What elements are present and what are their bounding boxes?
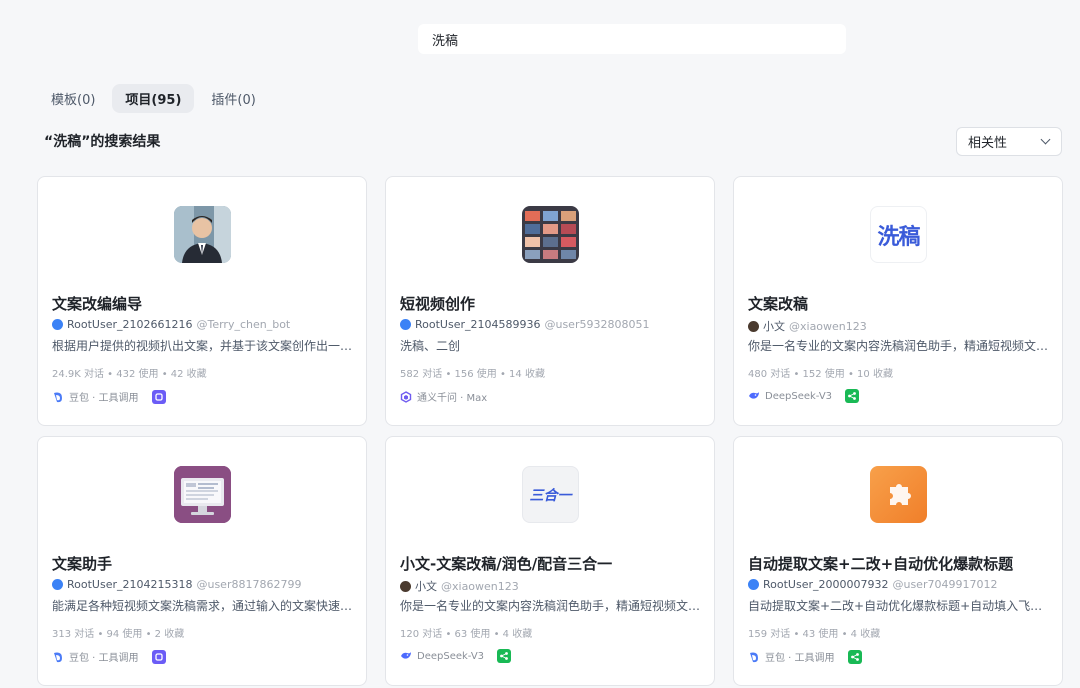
project-title: 短视频创作 <box>400 295 476 313</box>
project-description: 你是一名专业的文案内容洗稿润色助手，精通短视频文案的改写与优化 <box>400 599 702 613</box>
project-title: 小文-文案改稿/润色/配音三合一 <box>400 555 613 573</box>
tab-projects[interactable]: 项目(95) <box>112 84 195 113</box>
project-title: 自动提取文案+二改+自动优化爆款标题 <box>748 555 1014 573</box>
tab-plugins[interactable]: 插件(0) <box>198 84 268 113</box>
project-author: 小文 @xiaowen123 <box>748 318 867 334</box>
author-handle: @user5932808051 <box>544 318 650 331</box>
workflow-badge-icon <box>151 389 166 404</box>
project-stats: 120 对话 • 63 使用 • 4 收藏 <box>400 629 533 640</box>
author-name[interactable]: RootUser_2104589936 <box>415 318 540 331</box>
project-card[interactable]: 自动提取文案+二改+自动优化爆款标题 RootUser_2000007932 @… <box>733 436 1063 686</box>
project-model: 豆包 · 工具调用 <box>52 389 166 404</box>
project-author: RootUser_2104589936 @user5932808051 <box>400 318 649 331</box>
share-badge-icon <box>845 389 860 403</box>
project-model: 豆包 · 工具调用 <box>52 649 166 664</box>
project-avatar: 洗稿 <box>870 206 927 263</box>
share-badge-icon <box>497 649 512 663</box>
model-label: DeepSeek-V3 <box>417 650 485 662</box>
project-author: RootUser_2102661216 @Terry_chen_bot <box>52 318 290 331</box>
tab-templates[interactable]: 模板(0) <box>38 84 108 113</box>
project-author: RootUser_2000007932 @user7049917012 <box>748 578 997 591</box>
project-title: 文案助手 <box>52 555 113 573</box>
author-avatar-icon <box>52 579 63 590</box>
author-name[interactable]: RootUser_2102661216 <box>67 318 192 331</box>
model-label: 豆包 · 工具调用 <box>69 653 139 664</box>
project-avatar <box>522 206 579 263</box>
project-title: 文案改稿 <box>748 295 809 313</box>
author-avatar-icon <box>52 319 63 330</box>
author-handle: @xiaowen123 <box>789 319 867 333</box>
project-card[interactable]: 文案改编编导 RootUser_2102661216 @Terry_chen_b… <box>37 176 367 426</box>
author-avatar-icon <box>748 320 759 332</box>
author-handle: @user7049917012 <box>892 578 998 591</box>
project-author: RootUser_2104215318 @user8817862799 <box>52 578 301 591</box>
project-description: 根据用户提供的视频扒出文案，并基于该文案创作出一个新的文案 <box>52 339 354 353</box>
author-name[interactable]: 小文 <box>415 578 437 594</box>
author-avatar-icon <box>400 319 411 330</box>
project-stats: 582 对话 • 156 使用 • 14 收藏 <box>400 369 545 380</box>
project-author: 小文 @xiaowen123 <box>400 578 519 594</box>
search-box[interactable] <box>418 24 846 54</box>
author-name[interactable]: RootUser_2104215318 <box>67 578 192 591</box>
deepseek-model-icon <box>401 652 411 659</box>
project-avatar <box>174 206 231 263</box>
deepseek-model-icon <box>749 392 759 399</box>
sort-dropdown[interactable]: 相关性 <box>956 127 1062 156</box>
doubao-model-icon <box>750 652 758 662</box>
author-name[interactable]: RootUser_2000007932 <box>763 578 888 591</box>
project-card[interactable]: 三合一 小文-文案改稿/润色/配音三合一 小文 @xiaowen123 你是一名… <box>385 436 715 686</box>
share-badge-icon <box>847 649 862 664</box>
logo-text: 三合一 <box>529 487 572 504</box>
project-model: 豆包 · 工具调用 <box>748 649 862 664</box>
search-input[interactable] <box>432 31 846 47</box>
project-description: 你是一名专业的文案内容洗稿润色助手，精通短视频文案的改写与优化 <box>748 339 1050 353</box>
project-card[interactable]: 短视频创作 RootUser_2104589936 @user593280805… <box>385 176 715 426</box>
project-card[interactable]: 洗稿 文案改稿 小文 @xiaowen123 你是一名专业的文案内容洗稿润色助手… <box>733 176 1063 426</box>
tongyi-model-icon <box>400 390 412 403</box>
project-model: DeepSeek-V3 <box>400 649 512 663</box>
project-stats: 313 对话 • 94 使用 • 2 收藏 <box>52 629 185 640</box>
project-model: 通义千问 · Max <box>400 389 487 404</box>
model-label: 通义千问 · Max <box>417 393 488 404</box>
chevron-down-icon <box>1040 134 1051 145</box>
project-description: 洗稿、二创 <box>400 339 461 353</box>
category-tabs: 模板(0) 项目(95) 插件(0) <box>38 84 269 113</box>
doubao-model-icon <box>54 652 62 662</box>
author-name[interactable]: 小文 <box>763 318 785 334</box>
project-description: 能满足各种短视频文案洗稿需求，通过输入的文案快速生成新的文案 <box>52 599 354 613</box>
project-avatar <box>174 466 231 523</box>
sort-selected-label: 相关性 <box>968 136 1008 151</box>
model-label: 豆包 · 工具调用 <box>69 393 139 404</box>
project-stats: 24.9K 对话 • 432 使用 • 42 收藏 <box>52 369 207 380</box>
doubao-model-icon <box>54 392 62 402</box>
project-card[interactable]: 文案助手 RootUser_2104215318 @user8817862799… <box>37 436 367 686</box>
project-stats: 480 对话 • 152 使用 • 10 收藏 <box>748 369 893 380</box>
author-handle: @Terry_chen_bot <box>196 318 291 331</box>
logo-text: 洗稿 <box>877 224 920 250</box>
model-label: DeepSeek-V3 <box>765 390 833 402</box>
workflow-badge-icon <box>151 649 166 664</box>
author-avatar-icon <box>748 579 759 590</box>
puzzle-plugin-icon <box>870 466 927 523</box>
project-title: 文案改编编导 <box>52 295 143 313</box>
project-description: 自动提取文案+二改+自动优化爆款标题+自动填入飞书多维表格 <box>748 599 1050 613</box>
project-stats: 159 对话 • 43 使用 • 4 收藏 <box>748 629 881 640</box>
author-avatar-icon <box>400 580 411 592</box>
project-avatar: 三合一 <box>522 466 579 523</box>
project-model: DeepSeek-V3 <box>748 389 860 403</box>
author-handle: @xiaowen123 <box>441 579 519 593</box>
results-grid: 文案改编编导 RootUser_2102661216 @Terry_chen_b… <box>37 176 1063 686</box>
author-handle: @user8817862799 <box>196 578 302 591</box>
results-heading: “洗稿”的搜索结果 <box>44 134 161 150</box>
model-label: 豆包 · 工具调用 <box>765 653 835 664</box>
